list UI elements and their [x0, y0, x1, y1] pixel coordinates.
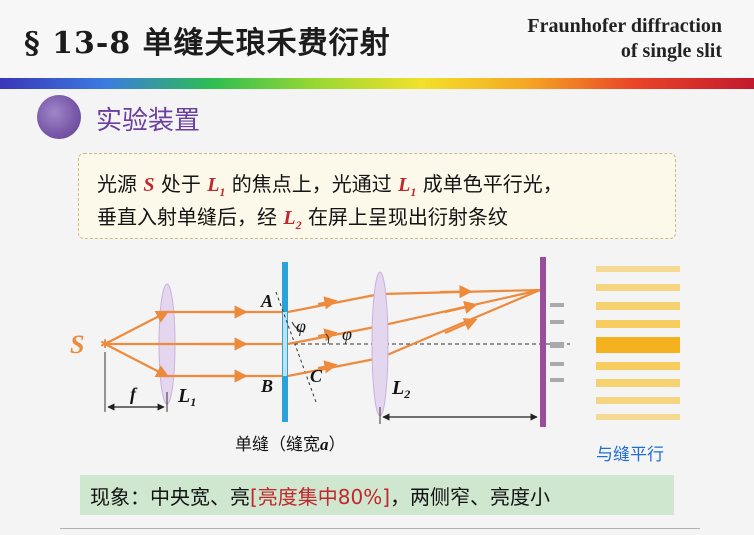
- description-line-1: 光源 S 处于 L1 的焦点上，光通过 L1 成单色平行光，: [97, 168, 563, 200]
- english-title-line2: of single slit: [620, 40, 722, 62]
- text: 在屏上呈现出衍射条纹: [307, 205, 508, 229]
- text: 处于: [160, 172, 201, 196]
- lens-l2: [371, 271, 389, 417]
- slide-header: § 13-8 单缝夫琅禾费衍射 Fraunhofer diffraction o…: [0, 0, 754, 80]
- text: 光源: [97, 172, 137, 196]
- fringe-caption: 与缝平行: [596, 445, 664, 465]
- point-a-label: A: [260, 291, 273, 311]
- diffracted-rays: [287, 285, 541, 378]
- brightness-highlight: [亮度集中80%]: [250, 485, 391, 509]
- symbol-s: S: [143, 174, 155, 196]
- point-b-label: B: [260, 376, 273, 396]
- description-line-2: 垂直入射单缝后，经 L2 在屏上呈现出衍射条纹: [97, 201, 508, 233]
- phenomenon-box: 现象：中央宽、亮[亮度集中80%]，两侧窄、亮度小: [80, 475, 674, 515]
- screen-fringe-marks: [550, 303, 564, 382]
- fringe-pattern: [596, 266, 680, 420]
- symbol-l1: L1: [207, 174, 226, 199]
- phenomenon-text: 现象：中央宽、亮[亮度集中80%]，两侧窄、亮度小: [90, 485, 551, 509]
- text: 的焦点上，光通过: [231, 172, 392, 196]
- source-point-icon: ✱: [100, 337, 110, 351]
- angle-label-2: φ: [342, 324, 352, 344]
- point-c-label: C: [310, 366, 323, 386]
- angle-label-1: φ: [296, 316, 306, 336]
- lens1-label: L1: [177, 385, 196, 409]
- source-label: S: [70, 330, 84, 359]
- incident-rays: [104, 305, 285, 383]
- bottom-divider: [60, 528, 700, 529]
- text: 垂直入射单缝后，经: [97, 205, 277, 229]
- rainbow-divider: [0, 78, 754, 89]
- english-title: Fraunhofer diffraction of single slit: [527, 14, 722, 64]
- section-title: 实验装置: [96, 106, 201, 136]
- text: 成单色平行光，: [422, 172, 563, 196]
- section-bullet-icon: [37, 95, 81, 139]
- focal-label: f: [130, 384, 138, 404]
- description-box: 光源 S 处于 L1 的焦点上，光通过 L1 成单色平行光， 垂直入射单缝后，经…: [78, 153, 676, 239]
- english-title-line1: Fraunhofer diffraction: [527, 15, 722, 37]
- screen: [540, 257, 546, 427]
- slit-caption: 单缝（缝宽a）: [235, 435, 346, 455]
- symbol-l1: L1: [398, 174, 417, 199]
- symbol-l2: L2: [283, 207, 302, 232]
- slide-title: § 13-8 单缝夫琅禾费衍射: [24, 26, 391, 61]
- diffraction-diagram: S ✱ f L1 A B C φ φ L2: [70, 257, 680, 427]
- lens2-label: L2: [391, 377, 410, 401]
